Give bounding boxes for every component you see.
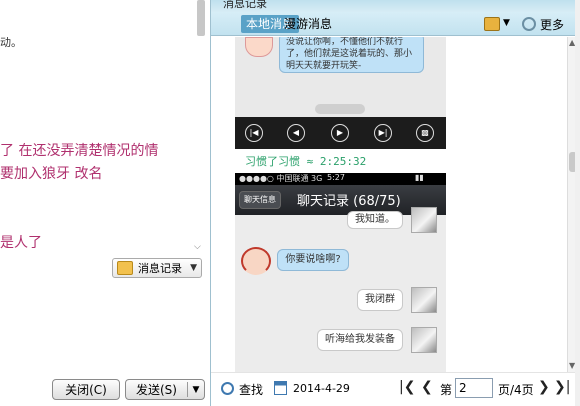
chat-line-partial: 动。 [0,36,22,49]
trash-icon: ▩ [416,124,434,142]
message-history-button[interactable]: 消息记录 ▼ [112,258,202,278]
message-history-panel: 消息记录 本地消息 漫游消息 ▼ 更多 没说让你啊，不懂他们不就行了，他们就是这… [210,0,580,406]
chat-line: 了 在还没弄清楚情况的情 [0,143,159,159]
chat-line: 是人了 [0,235,42,251]
chat-screenshot-image: ●●●●○ 中国联通 3G 5:27 ▮▮ 聊天信息 聊天记录 (68/75) … [235,173,446,372]
chat-scrollbar[interactable] [197,0,205,36]
collapse-chevron-icon[interactable]: ⌵ [194,242,201,252]
message-bubble: 你要说啥啊? [277,249,349,271]
message-bubble: 听海给我发装备 [317,329,403,351]
chevron-down-icon[interactable]: ▼ [503,18,510,28]
first-page-icon[interactable]: |❮ [399,379,415,395]
message-bubble: 我知道。 [347,211,403,229]
calendar-icon[interactable] [274,381,287,395]
avatar [411,327,437,353]
avatar [245,37,273,57]
message-history-label: 消息记录 [138,262,182,275]
close-button[interactable]: 关闭(C) [52,379,120,400]
phone-status-bar: ●●●●○ 中国联通 3G 5:27 ▮▮ [235,173,446,185]
timestamp [315,104,365,114]
page-prefix: 第 [440,383,453,397]
chat-screenshot-image: 没说让你啊，不懂他们不就行了，他们就是这说着玩的、那小明天天就要开玩笑- |◀ … [235,37,446,149]
last-page-icon[interactable]: ❯| [554,379,570,395]
page-total: 页/4页 [498,383,534,397]
send-options-chevron-icon[interactable]: ▼ [188,385,204,395]
avatar [411,287,437,313]
battery-icon: ▮▮ [415,173,424,182]
carrier-label: ●●●●○ 中国联通 3G [239,174,323,183]
history-tab-bar: 本地消息 漫游消息 ▼ 更多 [211,12,580,36]
message-sender: 习惯了习惯 ≈ 2:25:32 [245,155,367,168]
skip-back-icon: |◀ [245,124,263,142]
player-controls: |◀ ◀ ▶ ▶| ▩ [235,117,446,149]
back-button: 聊天信息 [239,191,281,209]
date-label[interactable]: 2014-4-29 [293,382,350,395]
history-icon [117,261,133,275]
history-title: 消息记录 [223,0,267,10]
skip-forward-icon: ▶| [374,124,392,142]
history-footer: 查找 2014-4-29 |❮ ❮ 第 页/4页 ❯ ❯| [211,372,580,406]
find-label[interactable]: 查找 [239,381,263,398]
phone-title: 聊天记录 (68/75) [297,194,401,209]
message-bubble: 没说让你啊，不懂他们不就行了，他们就是这说着玩的、那小明天天就要开玩笑- [279,37,424,73]
history-content: 没说让你啊，不懂他们不就行了，他们就是这说着玩的、那小明天天就要开玩笑- |◀ … [211,37,567,372]
next-page-icon[interactable]: ❯ [538,379,550,395]
rewind-icon: ◀ [287,124,305,142]
avatar [411,207,437,233]
avatar [241,247,271,275]
chevron-down-icon: ▼ [190,263,197,273]
toolbar-icon[interactable] [484,17,500,31]
prev-page-icon[interactable]: ❮ [421,379,433,395]
send-label[interactable]: 发送(S) [126,381,187,398]
tab-roaming-messages[interactable]: 漫游消息 [279,15,337,33]
more-icon[interactable] [522,17,536,31]
message-bubble: 我闭群 [357,289,403,311]
chat-line: 要加入狼牙 改名 [0,166,103,182]
chat-button-bar: 关闭(C) 发送(S) ▼ [0,376,210,406]
send-button[interactable]: 发送(S) ▼ [125,379,205,400]
more-label[interactable]: 更多 [540,16,564,33]
chat-pane: 动。 了 在还没弄清楚情况的情 要加入狼牙 改名 是人了 ⌵ 消息记录 ▼ 关闭… [0,0,210,406]
play-icon: ▶ [331,124,349,142]
page-number-input[interactable] [455,378,493,398]
phone-time: 5:27 [327,173,345,182]
search-icon[interactable] [221,382,234,395]
history-titlebar: 消息记录 [211,0,580,12]
window-edge [575,0,580,406]
